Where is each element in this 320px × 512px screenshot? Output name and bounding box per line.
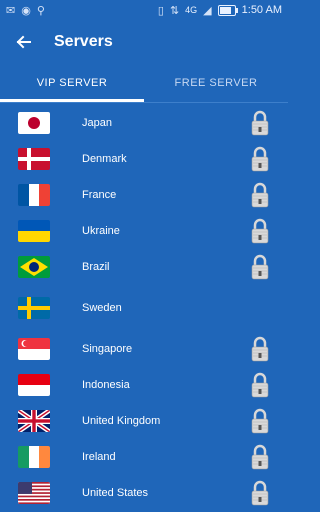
brazil-flag-icon	[18, 256, 50, 278]
server-name: Ukraine	[82, 225, 120, 237]
tab-vip-server[interactable]: VIP SERVER	[0, 64, 144, 102]
hotspot-icon: ◉	[21, 3, 31, 17]
status-right-icons: ▯ ⇅ 4G ◢ 1:50 AM	[158, 4, 282, 16]
server-name: Denmark	[82, 153, 127, 165]
server-name: Singapore	[82, 343, 133, 355]
server-row-indonesia[interactable]: Indonesia	[0, 367, 288, 403]
united-kingdom-flag-icon	[18, 410, 50, 432]
japan-flag-icon	[18, 112, 50, 134]
united-states-flag-icon	[18, 482, 50, 504]
status-left-icons: ✉ ◉ ⚲	[6, 5, 45, 16]
data-icon: ⇅	[169, 3, 180, 17]
arrow-left-icon	[16, 35, 31, 49]
server-name: Sweden	[82, 302, 122, 314]
back-button[interactable]	[12, 31, 34, 53]
status-time: 1:50 AM	[241, 4, 282, 16]
server-name: Brazil	[82, 261, 110, 273]
phone-icon: ▯	[157, 3, 164, 17]
server-row-denmark[interactable]: Denmark	[0, 141, 288, 177]
network-type: 4G	[185, 5, 198, 15]
france-flag-icon	[18, 184, 50, 206]
indonesia-flag-icon	[18, 374, 50, 396]
lock-icon	[251, 254, 269, 280]
denmark-flag-icon	[18, 148, 50, 170]
server-row-united-kingdom[interactable]: United Kingdom	[0, 403, 288, 439]
lock-icon	[251, 182, 269, 208]
lock-icon	[251, 336, 269, 362]
page-title: Servers	[54, 33, 113, 50]
server-name: Japan	[82, 117, 112, 129]
server-row-ireland[interactable]: Ireland	[0, 439, 288, 475]
status-bar: ✉ ◉ ⚲ ▯ ⇅ 4G ◢ 1:50 AM	[0, 0, 288, 20]
lock-icon	[251, 480, 269, 506]
tab-free-server[interactable]: FREE SERVER	[144, 64, 288, 102]
tab-indicator	[0, 99, 144, 102]
server-row-united-states[interactable]: United States	[0, 475, 288, 511]
server-name: Indonesia	[82, 379, 130, 391]
tab-bar: VIP SERVER FREE SERVER	[0, 64, 288, 102]
server-row-singapore[interactable]: Singapore	[0, 331, 288, 367]
server-row-ukraine[interactable]: Ukraine	[0, 213, 288, 249]
server-row-sweden[interactable]: Sweden	[0, 285, 288, 331]
server-row-brazil[interactable]: Brazil	[0, 249, 288, 285]
app-bar: Servers	[0, 20, 288, 64]
lock-icon	[251, 444, 269, 470]
messenger-icon: ✉	[6, 3, 16, 17]
server-name: Ireland	[82, 451, 116, 463]
signal-icon: ◢	[203, 3, 212, 17]
battery-icon	[217, 4, 238, 16]
lock-icon	[251, 146, 269, 172]
usb-icon: ⚲	[36, 3, 45, 17]
sweden-flag-icon	[18, 297, 50, 319]
server-row-japan[interactable]: Japan	[0, 105, 288, 141]
server-name: United Kingdom	[82, 415, 161, 427]
lock-icon	[251, 372, 269, 398]
server-list: Japan Denmark France Ukraine Brazil Swed…	[0, 103, 288, 511]
lock-icon	[251, 408, 269, 434]
server-name: United States	[82, 487, 149, 499]
ukraine-flag-icon	[18, 220, 50, 242]
ireland-flag-icon	[18, 446, 50, 468]
lock-icon	[251, 110, 269, 136]
singapore-flag-icon	[18, 338, 50, 360]
lock-icon	[251, 218, 269, 244]
server-name: France	[82, 189, 117, 201]
server-row-france[interactable]: France	[0, 177, 288, 213]
